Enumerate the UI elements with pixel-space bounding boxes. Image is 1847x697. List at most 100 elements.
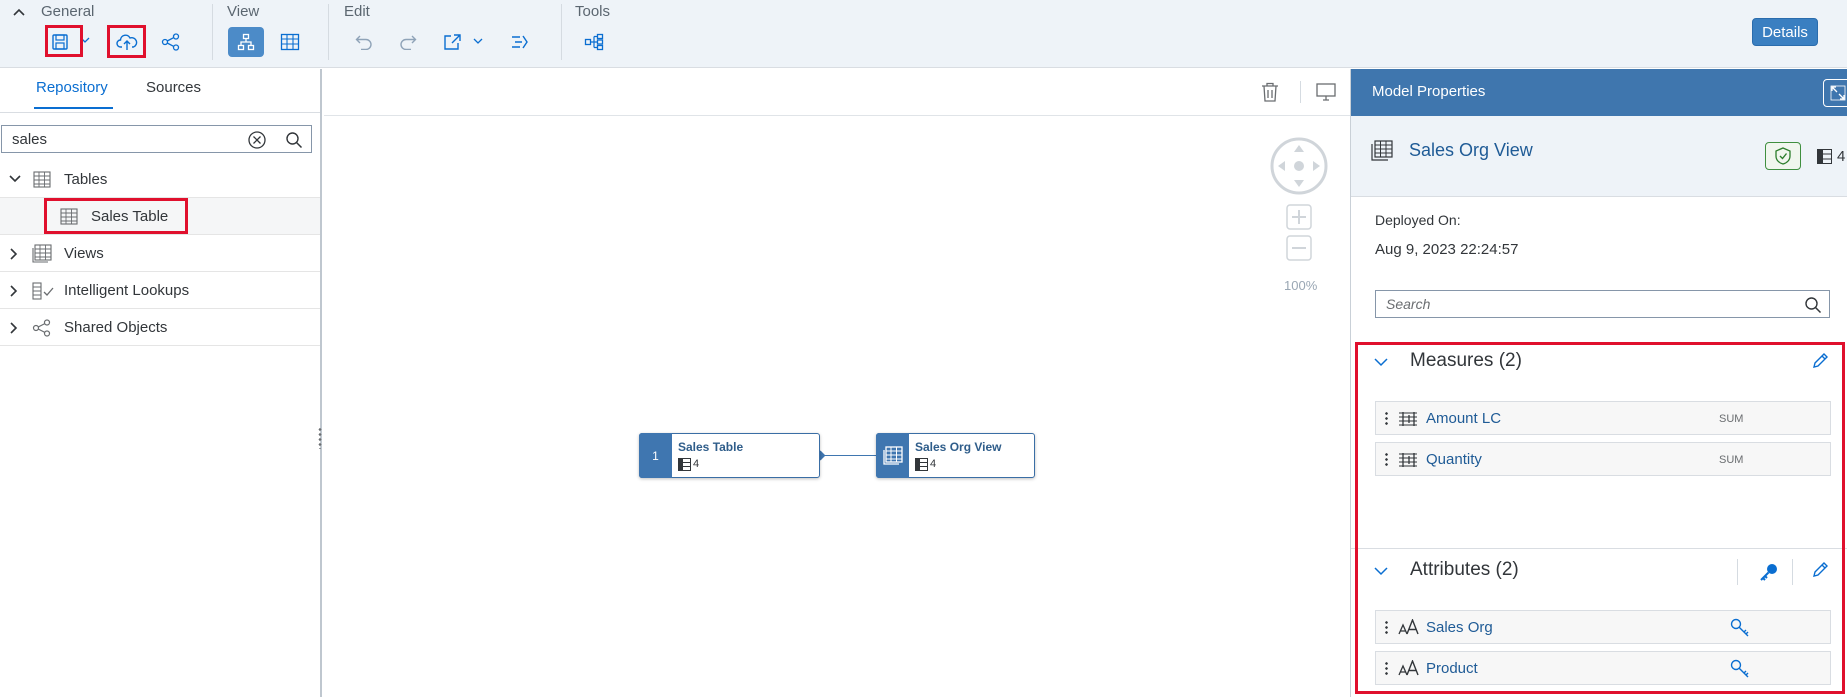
tools-icon [584, 33, 604, 51]
impact-lineage-button[interactable] [504, 27, 536, 57]
tab-repository[interactable]: Repository [36, 79, 108, 96]
aggregation-type: SUM [1719, 454, 1744, 466]
undo-icon [355, 34, 373, 50]
share-icon [161, 33, 181, 51]
toolbar: General View Edit Tools Details [0, 0, 1847, 68]
lookup-icon [32, 282, 54, 300]
tree-item-label: Tables [64, 171, 108, 188]
panel-header: Model Properties [1351, 69, 1847, 116]
pan-navigator-icon[interactable] [1270, 137, 1328, 195]
attribute-row[interactable]: Product [1375, 651, 1831, 685]
undo-button[interactable] [348, 27, 380, 57]
export-button[interactable] [437, 27, 469, 57]
canvas-toolbar [324, 69, 1350, 116]
drag-handle-icon[interactable] [1385, 411, 1388, 427]
chevron-right-icon[interactable] [8, 284, 20, 298]
key-settings-icon[interactable] [1759, 562, 1779, 582]
measure-row[interactable]: Quantity SUM [1375, 442, 1831, 476]
section-divider [1351, 548, 1847, 549]
properties-search-input[interactable]: Search [1375, 290, 1830, 318]
save-dropdown-icon[interactable] [80, 36, 90, 44]
canvas-toolbar-separator [1300, 81, 1301, 103]
tree-item-intelligent-lookups[interactable]: Intelligent Lookups [0, 272, 320, 309]
zoom-out-icon[interactable] [1286, 235, 1312, 261]
chevron-down-icon[interactable] [1373, 356, 1389, 368]
save-button[interactable] [44, 27, 76, 57]
measure-label: Amount LC [1426, 410, 1502, 427]
node-sales-org-view[interactable]: Sales Org View 4 [876, 433, 1035, 478]
tab-active-indicator [34, 107, 113, 109]
collapse-icon[interactable] [12, 6, 26, 18]
panel-resize-handle[interactable] [318, 427, 322, 449]
search-value: sales [12, 131, 48, 148]
shield-check-icon [1775, 147, 1791, 165]
measure-row[interactable]: Amount LC SUM [1375, 401, 1831, 435]
view-icon [882, 446, 903, 465]
tree-item-shared-objects[interactable]: Shared Objects [0, 309, 320, 346]
view-icon [1371, 140, 1393, 161]
table-icon [33, 171, 51, 188]
drag-handle-icon[interactable] [1385, 452, 1388, 468]
chevron-right-icon[interactable] [8, 247, 20, 261]
tab-divider [0, 112, 320, 113]
clear-icon[interactable] [247, 130, 267, 150]
search-icon[interactable] [1804, 296, 1822, 314]
drag-handle-icon[interactable] [1385, 620, 1388, 636]
repository-search-input[interactable]: sales [1, 125, 312, 153]
expand-button[interactable] [1823, 79, 1847, 107]
measure-label: Quantity [1426, 451, 1482, 468]
deploy-button[interactable] [111, 27, 143, 57]
diagram-view-button[interactable] [228, 27, 264, 57]
details-button[interactable]: Details [1752, 18, 1818, 46]
chevron-down-icon[interactable] [1373, 565, 1389, 577]
tree-item-label: Intelligent Lookups [64, 282, 190, 299]
key-icon[interactable] [1730, 618, 1750, 638]
toolbar-separator [328, 4, 329, 60]
tree-item-views[interactable]: Views [0, 235, 320, 272]
node-title: Sales Table [678, 440, 744, 454]
share-button[interactable] [155, 27, 187, 57]
tree-item-label: Shared Objects [64, 319, 168, 336]
tree-item-tables[interactable]: Tables [0, 161, 320, 198]
search-icon[interactable] [285, 131, 303, 149]
tree-item-label: Sales Table [91, 208, 169, 225]
zoom-in-icon[interactable] [1286, 204, 1312, 230]
group-label-edit: Edit [344, 3, 370, 20]
node-sales-table[interactable]: 1 Sales Table 4 [639, 433, 820, 478]
header-separator [1792, 559, 1793, 585]
columns-icon [678, 458, 691, 471]
measure-icon [1398, 452, 1418, 468]
redo-icon [399, 34, 417, 50]
view-icon [32, 244, 52, 263]
chevron-right-icon[interactable] [8, 321, 20, 335]
header-separator [1737, 559, 1738, 585]
measures-title: Measures (2) [1410, 350, 1522, 371]
redo-button[interactable] [392, 27, 424, 57]
drag-handle-icon[interactable] [1385, 661, 1388, 677]
diagram-canvas[interactable]: 100% 1 Sales Table 4 Sales Org View 4 [324, 69, 1350, 697]
column-count: 4 [1837, 148, 1846, 165]
key-icon[interactable] [1730, 659, 1750, 679]
tab-sources[interactable]: Sources [146, 79, 201, 96]
model-properties-panel: Model Properties Sales Org View 4 Deploy… [1350, 69, 1847, 697]
node-column-count: 4 [930, 458, 937, 470]
delete-icon[interactable] [1261, 82, 1279, 102]
monitor-icon[interactable] [1316, 83, 1336, 101]
edit-icon[interactable] [1811, 561, 1829, 579]
search-placeholder: Search [1386, 296, 1431, 312]
node-view-badge [876, 433, 909, 478]
edit-icon[interactable] [1811, 352, 1829, 370]
tree-item-sales-table[interactable]: Sales Table [0, 198, 320, 235]
exposure-status-button[interactable] [1765, 142, 1801, 170]
group-label-general: General [41, 3, 95, 20]
toolbar-separator [212, 4, 213, 60]
deploy-icon [116, 33, 138, 51]
table-view-button[interactable] [274, 27, 306, 57]
text-attribute-icon [1398, 619, 1420, 635]
attribute-row[interactable]: Sales Org [1375, 610, 1831, 644]
export-dropdown-icon[interactable] [473, 37, 483, 45]
save-icon [51, 33, 69, 51]
chevron-down-icon[interactable] [8, 173, 22, 185]
tools-button[interactable] [578, 27, 610, 57]
deployed-on-label: Deployed On: [1375, 212, 1461, 228]
